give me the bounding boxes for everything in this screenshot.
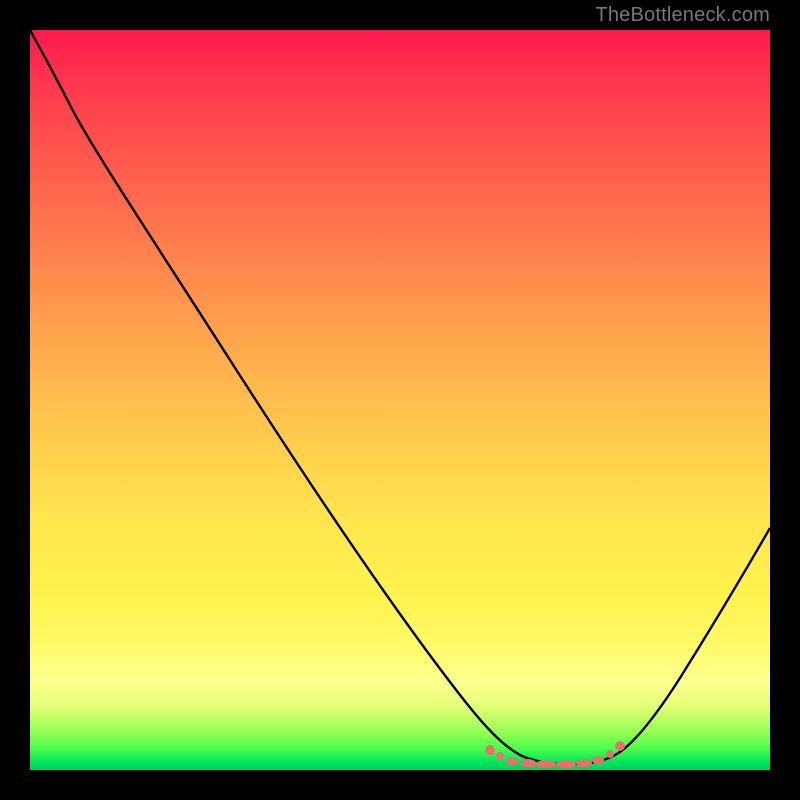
chart-frame: TheBottleneck.com bbox=[0, 0, 800, 800]
chart-svg bbox=[30, 30, 770, 770]
attribution-label: TheBottleneck.com bbox=[595, 4, 770, 27]
plot-area bbox=[30, 30, 770, 770]
bottleneck-curve bbox=[30, 30, 770, 764]
